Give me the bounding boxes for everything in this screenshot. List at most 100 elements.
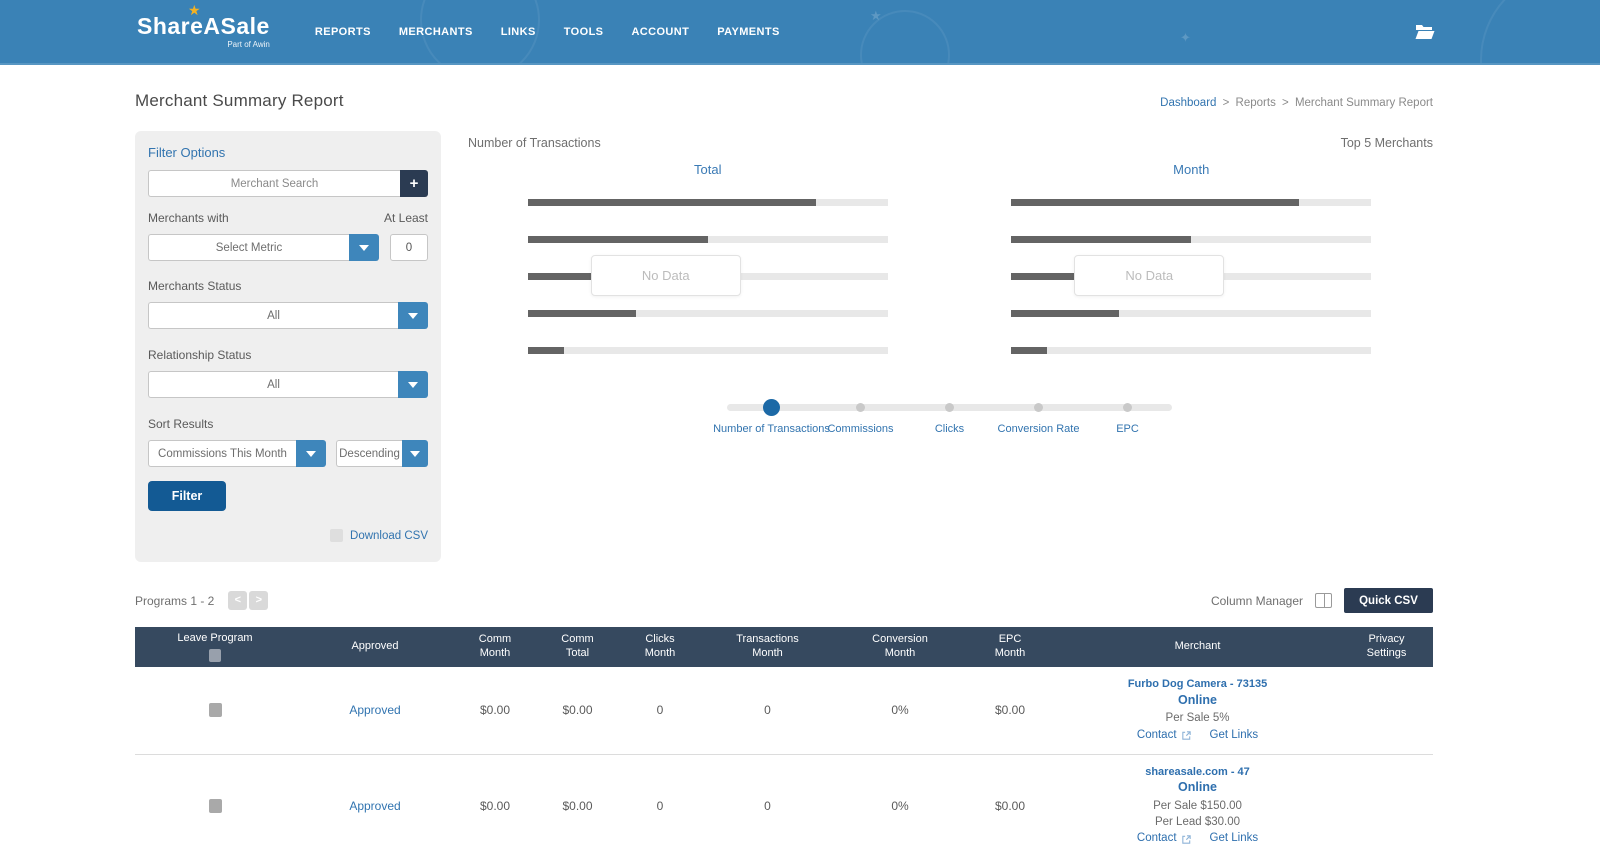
step-dot[interactable] — [856, 403, 865, 412]
get-links-link[interactable]: Get Links — [1210, 831, 1259, 847]
filter-options-title: Filter Options — [148, 145, 428, 160]
top-nav: ★ ✦ ★ ShareASale Part of Awin REPORTS ME… — [0, 0, 1600, 65]
relationship-status-value: All — [148, 371, 398, 398]
pagination-prev-button[interactable]: < — [228, 591, 247, 610]
col-clicks-month: ClicksMonth — [620, 627, 700, 667]
select-metric-value: Select Metric — [148, 234, 349, 261]
cell-epc-month: $0.00 — [965, 754, 1055, 857]
merchant-summary-table: Leave Program Approved CommMonth CommTot… — [135, 627, 1433, 857]
brand-name: ShareASale — [137, 13, 270, 39]
leave-program-checkbox[interactable] — [209, 703, 222, 717]
merchant-term: Per Sale $150.00 — [1057, 799, 1338, 815]
step-label[interactable]: EPC — [1068, 422, 1188, 436]
bar-fill — [528, 236, 708, 243]
cell-clicks-month: 0 — [620, 667, 700, 754]
folder-icon[interactable] — [1415, 24, 1435, 40]
no-data-overlay: No Data — [1074, 255, 1224, 296]
cell-conversion-month: 0% — [835, 754, 965, 857]
step-dot[interactable] — [945, 403, 954, 412]
merchant-term: Per Lead $30.00 — [1057, 815, 1338, 831]
breadcrumb-separator: > — [1223, 97, 1230, 109]
download-csv-label[interactable]: Download CSV — [350, 530, 428, 542]
bar-track — [1011, 347, 1371, 354]
bar-track — [528, 310, 888, 317]
nav-item-tools[interactable]: TOOLS — [564, 26, 604, 38]
nav-item-account[interactable]: ACCOUNT — [631, 26, 689, 38]
col-transactions-month: TransactionsMonth — [700, 627, 835, 667]
select-metric-dropdown[interactable]: Select Metric — [148, 234, 379, 261]
chart-title: Number of Transactions — [468, 136, 601, 150]
column-manager-icon[interactable] — [1315, 593, 1332, 608]
bar-fill — [528, 310, 636, 317]
step-dot[interactable] — [1123, 403, 1132, 412]
col-comm-month: CommMonth — [455, 627, 535, 667]
no-data-overlay: No Data — [591, 255, 741, 296]
bar-fill — [528, 347, 564, 354]
nav-item-payments[interactable]: PAYMENTS — [717, 26, 780, 38]
col-merchant: Merchant — [1055, 627, 1340, 667]
bar-chart-total: No Data — [528, 199, 888, 354]
col-approved: Approved — [295, 627, 455, 667]
sort-results-label: Sort Results — [148, 417, 428, 431]
brand-logo[interactable]: ★ ShareASale Part of Awin — [137, 15, 270, 49]
get-links-link[interactable]: Get Links — [1210, 728, 1259, 744]
bar-track — [528, 236, 888, 243]
merchant-status: Online — [1057, 779, 1338, 796]
filter-button[interactable]: Filter — [148, 481, 226, 511]
at-least-input[interactable] — [390, 234, 428, 261]
approved-link[interactable]: Approved — [349, 799, 400, 813]
nav-doodle — [1480, 0, 1600, 65]
merchants-status-value: All — [148, 302, 398, 329]
col-privacy-settings: PrivacySettings — [1340, 627, 1433, 667]
leave-program-checkbox[interactable] — [209, 799, 222, 813]
breadcrumb-dashboard[interactable]: Dashboard — [1160, 97, 1216, 109]
chevron-down-icon[interactable] — [296, 440, 326, 467]
table-row: Approved $0.00 $0.00 0 0 0% $0.00 Furbo … — [135, 667, 1433, 754]
bar-fill — [1011, 347, 1047, 354]
merchant-status: Online — [1057, 692, 1338, 709]
add-merchant-button[interactable]: + — [400, 170, 428, 197]
chart-panel-total-title: Total — [466, 162, 950, 177]
quick-csv-button[interactable]: Quick CSV — [1344, 588, 1433, 613]
merchant-name-link[interactable]: Furbo Dog Camera - 73135 — [1057, 677, 1338, 692]
chevron-down-icon[interactable] — [398, 302, 428, 329]
select-all-checkbox[interactable] — [209, 649, 221, 662]
step-dot[interactable] — [1034, 403, 1043, 412]
chevron-down-icon[interactable] — [402, 440, 428, 467]
page-title: Merchant Summary Report — [135, 91, 344, 111]
breadcrumb-current: Merchant Summary Report — [1295, 97, 1433, 109]
bar-track — [528, 347, 888, 354]
chart-panel-month-title: Month — [950, 162, 1434, 177]
bar-chart-month: No Data — [1011, 199, 1371, 354]
nav-item-reports[interactable]: REPORTS — [315, 26, 371, 38]
relationship-status-label: Relationship Status — [148, 348, 428, 362]
no-data-label: No Data — [1125, 268, 1173, 283]
download-csv-checkbox[interactable] — [330, 529, 343, 542]
chart-panel-month: Month No Data — [950, 162, 1434, 354]
sort-field-dropdown[interactable]: Commissions This Month — [148, 440, 326, 467]
charts-section: Number of Transactions Top 5 Merchants T… — [466, 131, 1433, 436]
merchants-status-label: Merchants Status — [148, 279, 428, 293]
table-row: Approved $0.00 $0.00 0 0 0% $0.00 sharea… — [135, 754, 1433, 857]
sort-direction-dropdown[interactable]: Descending — [336, 440, 428, 467]
contact-link[interactable]: Contact — [1137, 831, 1177, 847]
chevron-down-icon[interactable] — [349, 234, 379, 261]
star-doodle-icon: ✦ — [1180, 30, 1191, 46]
bar-fill — [528, 199, 816, 206]
merchants-status-dropdown[interactable]: All — [148, 302, 428, 329]
bar-fill — [1011, 273, 1076, 280]
chart-note: Top 5 Merchants — [1341, 136, 1433, 150]
approved-link[interactable]: Approved — [349, 703, 400, 717]
contact-link[interactable]: Contact — [1137, 728, 1177, 744]
pagination-next-button[interactable]: > — [249, 591, 268, 610]
relationship-status-dropdown[interactable]: All — [148, 371, 428, 398]
merchant-search-input[interactable] — [148, 170, 400, 197]
step-epc[interactable]: EPC — [1083, 399, 1172, 436]
column-manager-label[interactable]: Column Manager — [1211, 594, 1303, 608]
bar-fill — [528, 273, 593, 280]
merchant-name-link[interactable]: shareasale.com - 47 — [1057, 765, 1338, 780]
step-dot-active[interactable] — [763, 399, 780, 416]
metric-stepper: Number of Transactions Commissions Click… — [727, 399, 1172, 436]
bar-fill — [1011, 236, 1191, 243]
chevron-down-icon[interactable] — [398, 371, 428, 398]
